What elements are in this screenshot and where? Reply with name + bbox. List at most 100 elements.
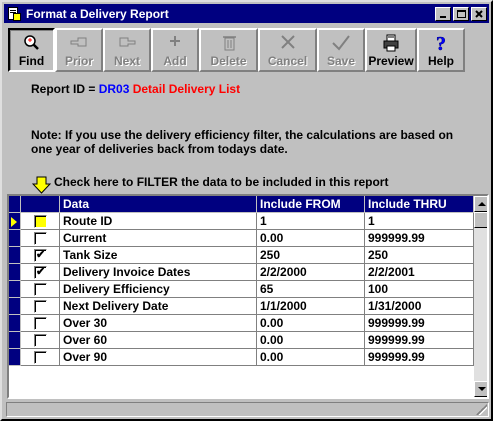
- row-selector[interactable]: [9, 281, 21, 298]
- checkmark-icon: [332, 35, 350, 51]
- vertical-scrollbar[interactable]: [474, 196, 487, 397]
- data-cell: Over 90: [60, 349, 257, 366]
- x-icon: [280, 35, 295, 49]
- check-icon: ✔: [36, 249, 46, 261]
- filter-checkbox[interactable]: [34, 351, 47, 364]
- include-from-cell[interactable]: 0.00: [257, 349, 365, 366]
- delete-button[interactable]: Delete: [199, 28, 258, 72]
- grid-body: Data Include FROM Include THRU Route ID 1…: [9, 196, 474, 397]
- filter-checkbox[interactable]: [34, 232, 47, 245]
- include-thru-cell[interactable]: 999999.99: [365, 230, 474, 247]
- include-thru-cell[interactable]: 999999.99: [365, 315, 474, 332]
- data-cell: Over 30: [60, 315, 257, 332]
- filter-cell: ✔: [21, 247, 60, 264]
- table-row[interactable]: Over 90 0.00 999999.99: [9, 349, 474, 366]
- include-from-cell[interactable]: 0.00: [257, 230, 365, 247]
- filter-cell: [21, 230, 60, 247]
- svg-text:?: ?: [436, 33, 446, 53]
- trash-icon: [222, 36, 236, 51]
- table-row[interactable]: Over 60 0.00 999999.99: [9, 332, 474, 349]
- row-selector[interactable]: [9, 264, 21, 281]
- preview-button[interactable]: Preview: [365, 28, 417, 72]
- filter-cell: [21, 332, 60, 349]
- include-thru-cell[interactable]: 999999.99: [365, 349, 474, 366]
- include-thru-cell[interactable]: 100: [365, 281, 474, 298]
- hand-right-icon: [119, 37, 136, 47]
- next-button[interactable]: Next: [103, 28, 151, 72]
- close-icon: [475, 9, 483, 18]
- header-selector: [9, 196, 21, 213]
- report-id-label: Report ID =: [31, 82, 96, 96]
- minimize-icon: [440, 15, 446, 18]
- maximize-icon: [457, 9, 466, 18]
- close-button[interactable]: [471, 6, 487, 21]
- filter-checkbox[interactable]: [34, 215, 47, 228]
- report-name: Detail Delivery List: [132, 82, 241, 96]
- title-bar[interactable]: Format a Delivery Report: [4, 4, 489, 23]
- include-from-cell[interactable]: 1/1/2000: [257, 298, 365, 315]
- include-from-cell[interactable]: 1: [257, 213, 365, 230]
- save-button[interactable]: Save: [317, 28, 365, 72]
- minimize-button[interactable]: [435, 6, 451, 21]
- filter-checkbox[interactable]: ✔: [34, 249, 47, 262]
- prior-button[interactable]: Prior: [55, 28, 103, 72]
- row-selector[interactable]: [9, 349, 21, 366]
- filter-checkbox[interactable]: ✔: [34, 266, 47, 279]
- help-button[interactable]: ? Help: [417, 28, 465, 72]
- cancel-label: Cancel: [267, 54, 308, 68]
- cancel-button[interactable]: Cancel: [258, 28, 317, 72]
- include-from-cell[interactable]: 2/2/2000: [257, 264, 365, 281]
- maximize-button[interactable]: [453, 6, 469, 21]
- row-selector[interactable]: [9, 315, 21, 332]
- include-from-cell[interactable]: 65: [257, 281, 365, 298]
- data-cell: Delivery Invoice Dates: [60, 264, 257, 281]
- row-selector[interactable]: [9, 230, 21, 247]
- row-selector[interactable]: [9, 298, 21, 315]
- include-thru-cell[interactable]: 1: [365, 213, 474, 230]
- data-cell: Route ID: [60, 213, 257, 230]
- include-from-cell[interactable]: 0.00: [257, 332, 365, 349]
- include-from-cell[interactable]: 250: [257, 247, 365, 264]
- status-bar: [6, 402, 489, 417]
- table-row[interactable]: Route ID 1 1: [9, 213, 474, 230]
- row-selector[interactable]: [9, 332, 21, 349]
- header-include-from: Include FROM: [257, 196, 365, 213]
- filter-checkbox[interactable]: [34, 300, 47, 313]
- scroll-down-button[interactable]: [474, 381, 487, 397]
- row-selector[interactable]: [9, 213, 21, 230]
- filter-checkbox[interactable]: [34, 317, 47, 330]
- include-thru-cell[interactable]: 1/31/2000: [365, 298, 474, 315]
- table-row[interactable]: ✔ Delivery Invoice Dates 2/2/2000 2/2/2001: [9, 264, 474, 281]
- filter-checkbox[interactable]: [34, 334, 47, 347]
- include-from-cell[interactable]: 0.00: [257, 315, 365, 332]
- filter-cell: [21, 315, 60, 332]
- data-cell: Tank Size: [60, 247, 257, 264]
- filter-grid: Data Include FROM Include THRU Route ID 1…: [7, 194, 489, 399]
- question-icon: ?: [436, 33, 447, 53]
- row-selector[interactable]: [9, 247, 21, 264]
- filter-checkbox[interactable]: [34, 283, 47, 296]
- find-label: Find: [18, 54, 45, 68]
- include-thru-cell[interactable]: 250: [365, 247, 474, 264]
- scroll-thumb[interactable]: [474, 212, 487, 228]
- check-icon: ✔: [36, 266, 46, 278]
- add-button[interactable]: Add: [151, 28, 199, 72]
- hand-left-icon: [70, 37, 87, 47]
- header-filter: [21, 196, 60, 213]
- magnifier-icon: [23, 35, 39, 50]
- data-cell: Over 60: [60, 332, 257, 349]
- table-row[interactable]: Current 0.00 999999.99: [9, 230, 474, 247]
- resize-grip-icon[interactable]: [476, 404, 487, 415]
- add-label: Add: [163, 54, 187, 68]
- table-row[interactable]: Over 30 0.00 999999.99: [9, 315, 474, 332]
- table-row[interactable]: ✔ Tank Size 250 250: [9, 247, 474, 264]
- include-thru-cell[interactable]: 2/2/2001: [365, 264, 474, 281]
- scroll-up-button[interactable]: [474, 196, 487, 212]
- find-button[interactable]: Find: [8, 28, 55, 72]
- table-row[interactable]: Delivery Efficiency 65 100: [9, 281, 474, 298]
- toolbar: Find Prior Next Add Delete Cancel Save P…: [8, 28, 465, 72]
- printer-icon: [383, 34, 399, 52]
- include-thru-cell[interactable]: 999999.99: [365, 332, 474, 349]
- table-row[interactable]: Next Delivery Date 1/1/2000 1/31/2000: [9, 298, 474, 315]
- scroll-up-icon: [478, 202, 486, 206]
